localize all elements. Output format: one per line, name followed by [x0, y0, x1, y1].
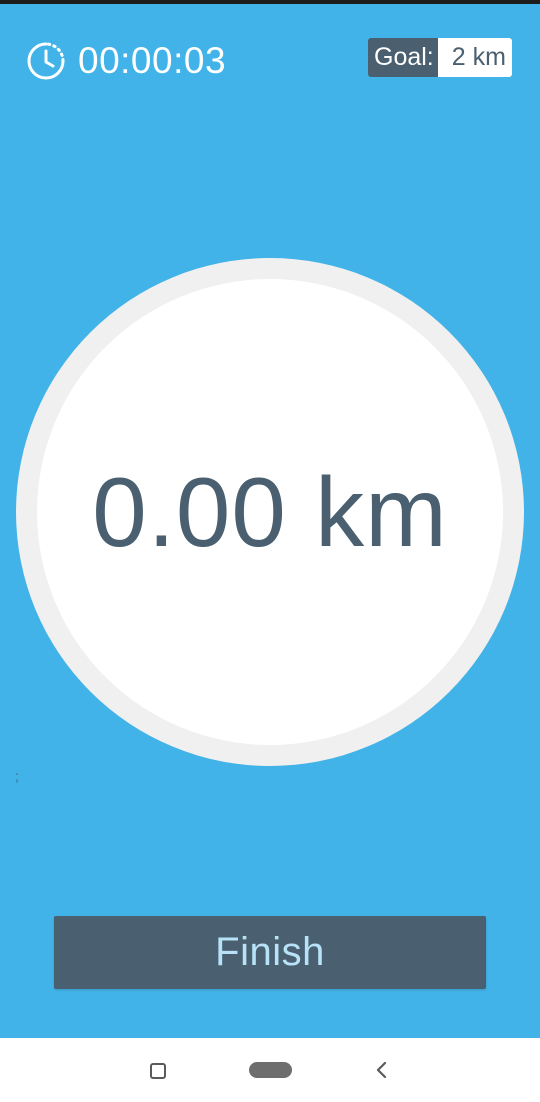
- distance-display: 0.00 km: [37, 279, 503, 745]
- distance-value: 0.00 km: [92, 456, 448, 567]
- elapsed-time: 00:00:03: [78, 40, 227, 81]
- goal-value: 2 km: [437, 38, 512, 77]
- finish-label: Finish: [215, 930, 325, 974]
- stray-mark: ;: [15, 768, 19, 784]
- distance-ring: 0.00 km: [16, 258, 524, 766]
- recents-square-icon[interactable]: [150, 1063, 166, 1079]
- goal-badge[interactable]: Goal: 2 km: [368, 38, 512, 77]
- back-chevron-left-icon[interactable]: [372, 1058, 392, 1082]
- home-pill-icon[interactable]: [249, 1062, 292, 1078]
- finish-button[interactable]: Finish: [54, 916, 486, 989]
- goal-label: Goal:: [368, 38, 438, 77]
- tracking-screen: 00:00:03 Goal: 2 km 0.00 km ; Finish: [0, 4, 540, 1038]
- elapsed-timer: 00:00:03: [26, 40, 226, 82]
- system-navigation-bar: [0, 1038, 540, 1102]
- stopwatch-icon: [26, 41, 66, 81]
